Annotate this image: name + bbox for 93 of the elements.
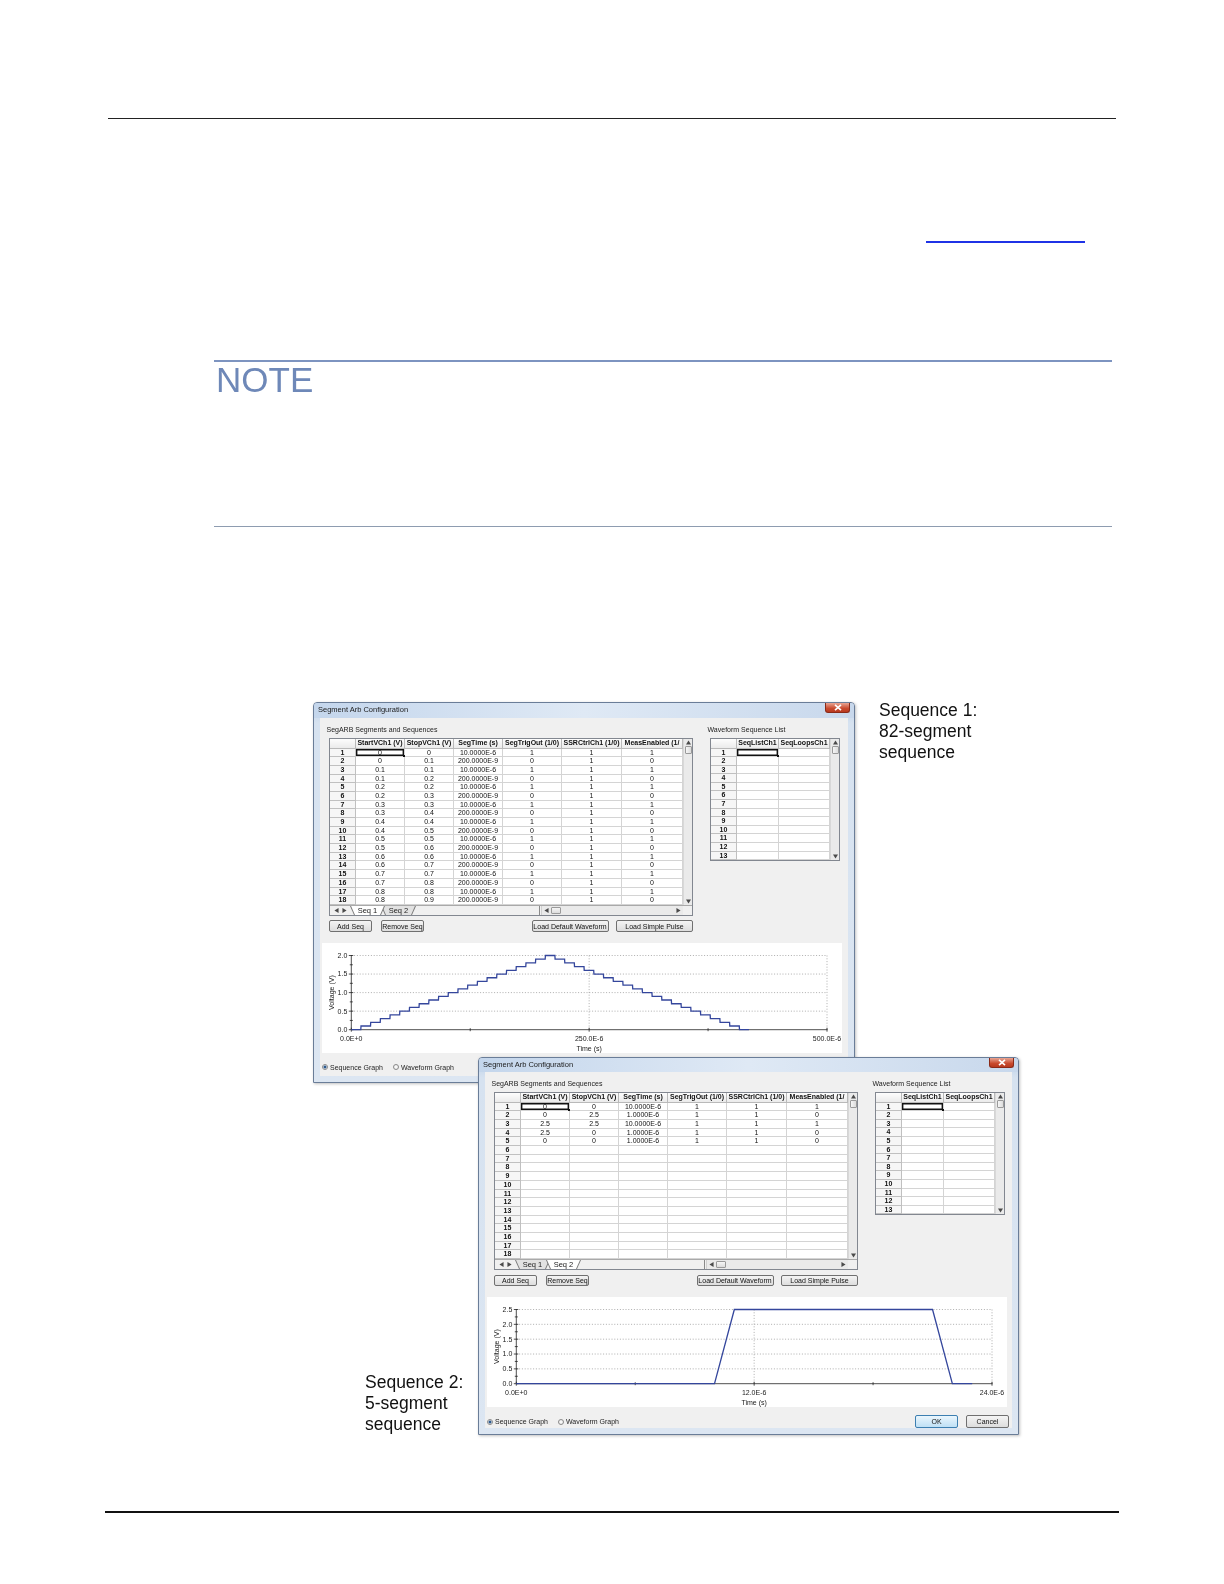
right-arrow-icon[interactable]: [841, 1262, 846, 1267]
scrollbar-thumb[interactable]: [849, 1100, 857, 1109]
left-arrow-icon[interactable]: [709, 1262, 714, 1267]
empty-cell: [570, 1154, 619, 1164]
empty-cell: [727, 1172, 787, 1181]
empty-cell: [668, 1146, 727, 1155]
empty-cell: [668, 1241, 727, 1251]
close-icon: [833, 704, 842, 711]
empty-cell: [570, 1198, 619, 1207]
left-arrow-icon[interactable]: [333, 907, 339, 913]
empty-cell: [619, 1224, 668, 1233]
table-corner: [711, 739, 737, 749]
table-corner: [495, 1093, 521, 1103]
empty-cell: [619, 1154, 668, 1164]
close-button[interactable]: [989, 1058, 1014, 1068]
table-corner: [330, 739, 356, 749]
empty-cell: [570, 1172, 619, 1181]
empty-cell: [668, 1224, 727, 1233]
scrollbar-thumb[interactable]: [684, 746, 692, 754]
right-arrow-icon[interactable]: [341, 907, 347, 913]
empty-cell: [668, 1189, 727, 1199]
horizontal-scrollbar[interactable]: [541, 905, 683, 915]
horizontal-scrollbar[interactable]: [706, 1260, 848, 1269]
empty-cell: [619, 1206, 668, 1216]
note-heading: NOTE: [216, 362, 314, 397]
empty-cell: [668, 1215, 727, 1225]
down-arrow-icon[interactable]: [832, 854, 838, 860]
empty-cell: [727, 1241, 787, 1251]
right-arrow-icon[interactable]: [676, 907, 681, 913]
up-arrow-icon[interactable]: [997, 1094, 1003, 1100]
empty-cell: [619, 1215, 668, 1225]
empty-cell: [727, 1224, 787, 1233]
empty-cell: [668, 1232, 727, 1242]
up-arrow-icon[interactable]: [850, 1094, 856, 1100]
vertical-scrollbar[interactable]: [830, 739, 839, 861]
empty-cell: [727, 1215, 787, 1225]
empty-cell: [570, 1189, 619, 1199]
scrollbar-thumb[interactable]: [716, 1261, 726, 1268]
empty-cell: [668, 1172, 727, 1181]
radio-icon[interactable]: [487, 1418, 493, 1425]
empty-cell: [570, 1180, 619, 1190]
up-arrow-icon[interactable]: [832, 740, 838, 745]
empty-cell: [727, 1206, 787, 1216]
empty-cell: [619, 1172, 668, 1181]
empty-cell: [570, 1241, 619, 1251]
empty-cell: [668, 1154, 727, 1164]
down-arrow-icon[interactable]: [997, 1208, 1003, 1214]
vertical-scrollbar[interactable]: [995, 1093, 1004, 1215]
up-arrow-icon[interactable]: [685, 740, 691, 745]
radio-icon[interactable]: [392, 1064, 399, 1071]
close-button[interactable]: [825, 703, 850, 713]
empty-cell: [727, 1154, 787, 1164]
radio-icon[interactable]: [557, 1418, 564, 1425]
empty-cell: [668, 1180, 727, 1190]
vertical-scrollbar[interactable]: [683, 739, 692, 905]
empty-cell: [570, 1215, 619, 1225]
empty-cell: [668, 1206, 727, 1216]
figure-caption: Sequence 2: 5-segment sequence: [365, 1372, 465, 1435]
empty-cell: [727, 1163, 787, 1173]
empty-cell: [727, 1189, 787, 1199]
close-icon: [997, 1059, 1006, 1066]
empty-cell: [570, 1163, 619, 1173]
empty-cell: [570, 1232, 619, 1242]
empty-cell: [727, 1180, 787, 1190]
empty-cell: [619, 1189, 668, 1199]
empty-cell: [619, 1146, 668, 1155]
empty-cell: [668, 1198, 727, 1207]
empty-cell: [727, 1146, 787, 1155]
down-arrow-icon[interactable]: [850, 1253, 856, 1258]
right-arrow-icon[interactable]: [506, 1262, 512, 1267]
figure-caption: Sequence 1: 82-segment sequence: [879, 700, 979, 763]
empty-cell: [727, 1198, 787, 1207]
empty-cell: [619, 1163, 668, 1173]
empty-cell: [619, 1241, 668, 1251]
empty-cell: [570, 1224, 619, 1233]
empty-cell: [619, 1198, 668, 1207]
focused-cell[interactable]: [737, 748, 779, 758]
empty-cell: [727, 1232, 787, 1242]
empty-cell: [668, 1163, 727, 1173]
empty-cell: [619, 1180, 668, 1190]
scrollbar-thumb[interactable]: [831, 746, 839, 754]
left-arrow-icon[interactable]: [498, 1262, 504, 1267]
table-corner: [876, 1093, 902, 1103]
left-arrow-icon[interactable]: [544, 907, 549, 913]
down-arrow-icon[interactable]: [685, 898, 691, 904]
radio-icon[interactable]: [322, 1064, 328, 1071]
empty-cell: [570, 1146, 619, 1155]
empty-cell: [619, 1232, 668, 1242]
scrollbar-thumb[interactable]: [551, 906, 561, 914]
vertical-scrollbar[interactable]: [848, 1093, 857, 1259]
empty-cell: [570, 1206, 619, 1216]
scrollbar-thumb[interactable]: [996, 1100, 1004, 1109]
focused-cell[interactable]: [902, 1102, 944, 1112]
